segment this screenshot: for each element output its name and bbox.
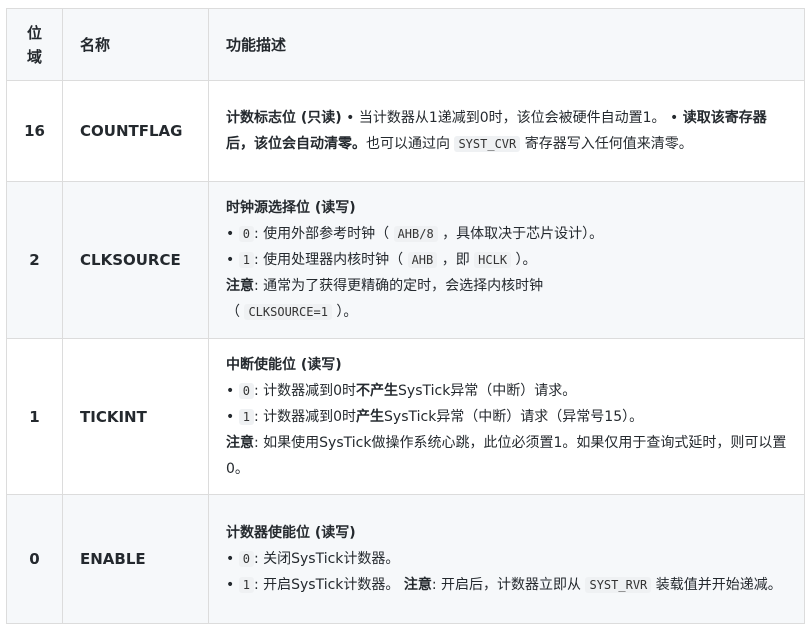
name-cell: CLKSOURCE <box>62 181 209 339</box>
note-label: 注意 <box>226 278 254 294</box>
bit-cell: 0 <box>6 494 63 624</box>
bit-cell: 1 <box>6 338 63 495</box>
table-row: 1 TICKINT 中断使能位 (读写) • 0: 计数器减到0时不产生SysT… <box>6 338 805 495</box>
desc-text: • 当计数器从1递减到0时，该位会被硬件自动置1。 • <box>341 110 683 126</box>
inline-code: 1 <box>238 252 254 268</box>
header-bit-bottom: 域 <box>26 47 42 66</box>
field-title: 计数标志位 (只读) <box>226 110 342 126</box>
inline-code: 0 <box>238 551 254 567</box>
bit-cell: 2 <box>6 181 63 339</box>
bit-cell: 16 <box>6 80 63 182</box>
description-cell: 中断使能位 (读写) • 0: 计数器减到0时不产生SysTick异常（中断）请… <box>208 338 805 495</box>
desc-emphasis: 不产生 <box>356 382 399 399</box>
inline-code: AHB <box>407 252 438 268</box>
option-line: • 0: 计数器减到0时不产生SysTick异常（中断）请求。 <box>226 382 577 399</box>
inline-code: HCLK <box>474 252 512 268</box>
field-title: 时钟源选择位 (读写) <box>226 200 356 216</box>
option-line: • 1: 计数器减到0时产生SysTick异常（中断）请求（异常号15）。 <box>226 408 644 425</box>
option-line: • 0: 关闭SysTick计数器。 <box>226 551 400 567</box>
option-line: • 1: 使用处理器内核时钟（ AHB ，即 HCLK ）。 <box>226 252 537 268</box>
field-title: 中断使能位 (读写) <box>226 356 342 373</box>
note-line: 注意: 通常为了获得更精确的定时，会选择内核时钟 <box>226 278 544 294</box>
description-cell: 计数标志位 (只读) • 当计数器从1递减到0时，该位会被硬件自动置1。 • 读… <box>208 80 805 182</box>
name-cell: TICKINT <box>62 338 209 495</box>
name-cell: COUNTFLAG <box>62 80 209 182</box>
note-line: （ CLKSOURCE=1 ）。 <box>226 304 358 320</box>
desc-text: 寄存器写入任何值来清零。 <box>520 136 693 152</box>
description-cell: 时钟源选择位 (读写) • 0: 使用外部参考时钟（ AHB/8 ，具体取决于芯… <box>208 181 805 339</box>
inline-code: SYST_CVR <box>454 136 521 152</box>
inline-code: 0 <box>238 226 254 242</box>
note-label: 注意 <box>403 577 432 593</box>
option-line: • 0: 使用外部参考时钟（ AHB/8 ，具体取决于芯片设计）。 <box>226 226 604 242</box>
note-label: 注意 <box>226 434 254 451</box>
table-row: 2 CLKSOURCE 时钟源选择位 (读写) • 0: 使用外部参考时钟（ A… <box>6 181 805 339</box>
desc-emphasis: 产生 <box>356 408 385 425</box>
option-line: • 1: 开启SysTick计数器。 注意: 开启后，计数器立即从 SYST_R… <box>226 577 782 593</box>
inline-code: 0 <box>238 382 254 399</box>
inline-code: 1 <box>238 408 254 425</box>
table-row: 16 COUNTFLAG 计数标志位 (只读) • 当计数器从1递减到0时，该位… <box>6 80 805 182</box>
inline-code: 1 <box>238 577 254 593</box>
table-row: 0 ENABLE 计数器使能位 (读写) • 0: 关闭SysTick计数器。 … <box>6 494 805 624</box>
header-description: 功能描述 <box>208 8 805 81</box>
inline-code: AHB/8 <box>393 226 438 242</box>
header-bit-top: 位 <box>26 23 42 42</box>
table-header-row: 位域 名称 功能描述 <box>6 8 805 81</box>
header-name: 名称 <box>62 8 209 81</box>
register-table-view: 位域 名称 功能描述 16 COUNTFLAG 计数标志位 (只读) • 当计数… <box>0 0 811 624</box>
note-line: 注意: 如果使用SysTick做操作系统心跳，此位必须置1。如果仅用于查询式延时… <box>226 434 787 477</box>
systick-ctrl-register-table: 位域 名称 功能描述 16 COUNTFLAG 计数标志位 (只读) • 当计数… <box>6 8 805 624</box>
desc-text: 也可以通过向 <box>366 136 455 152</box>
header-bit-field: 位域 <box>6 8 63 81</box>
inline-code: CLKSOURCE=1 <box>244 304 332 320</box>
field-title: 计数器使能位 (读写) <box>226 525 356 541</box>
inline-code: SYST_RVR <box>585 577 652 593</box>
description-cell: 计数器使能位 (读写) • 0: 关闭SysTick计数器。 • 1: 开启Sy… <box>208 494 805 624</box>
name-cell: ENABLE <box>62 494 209 624</box>
